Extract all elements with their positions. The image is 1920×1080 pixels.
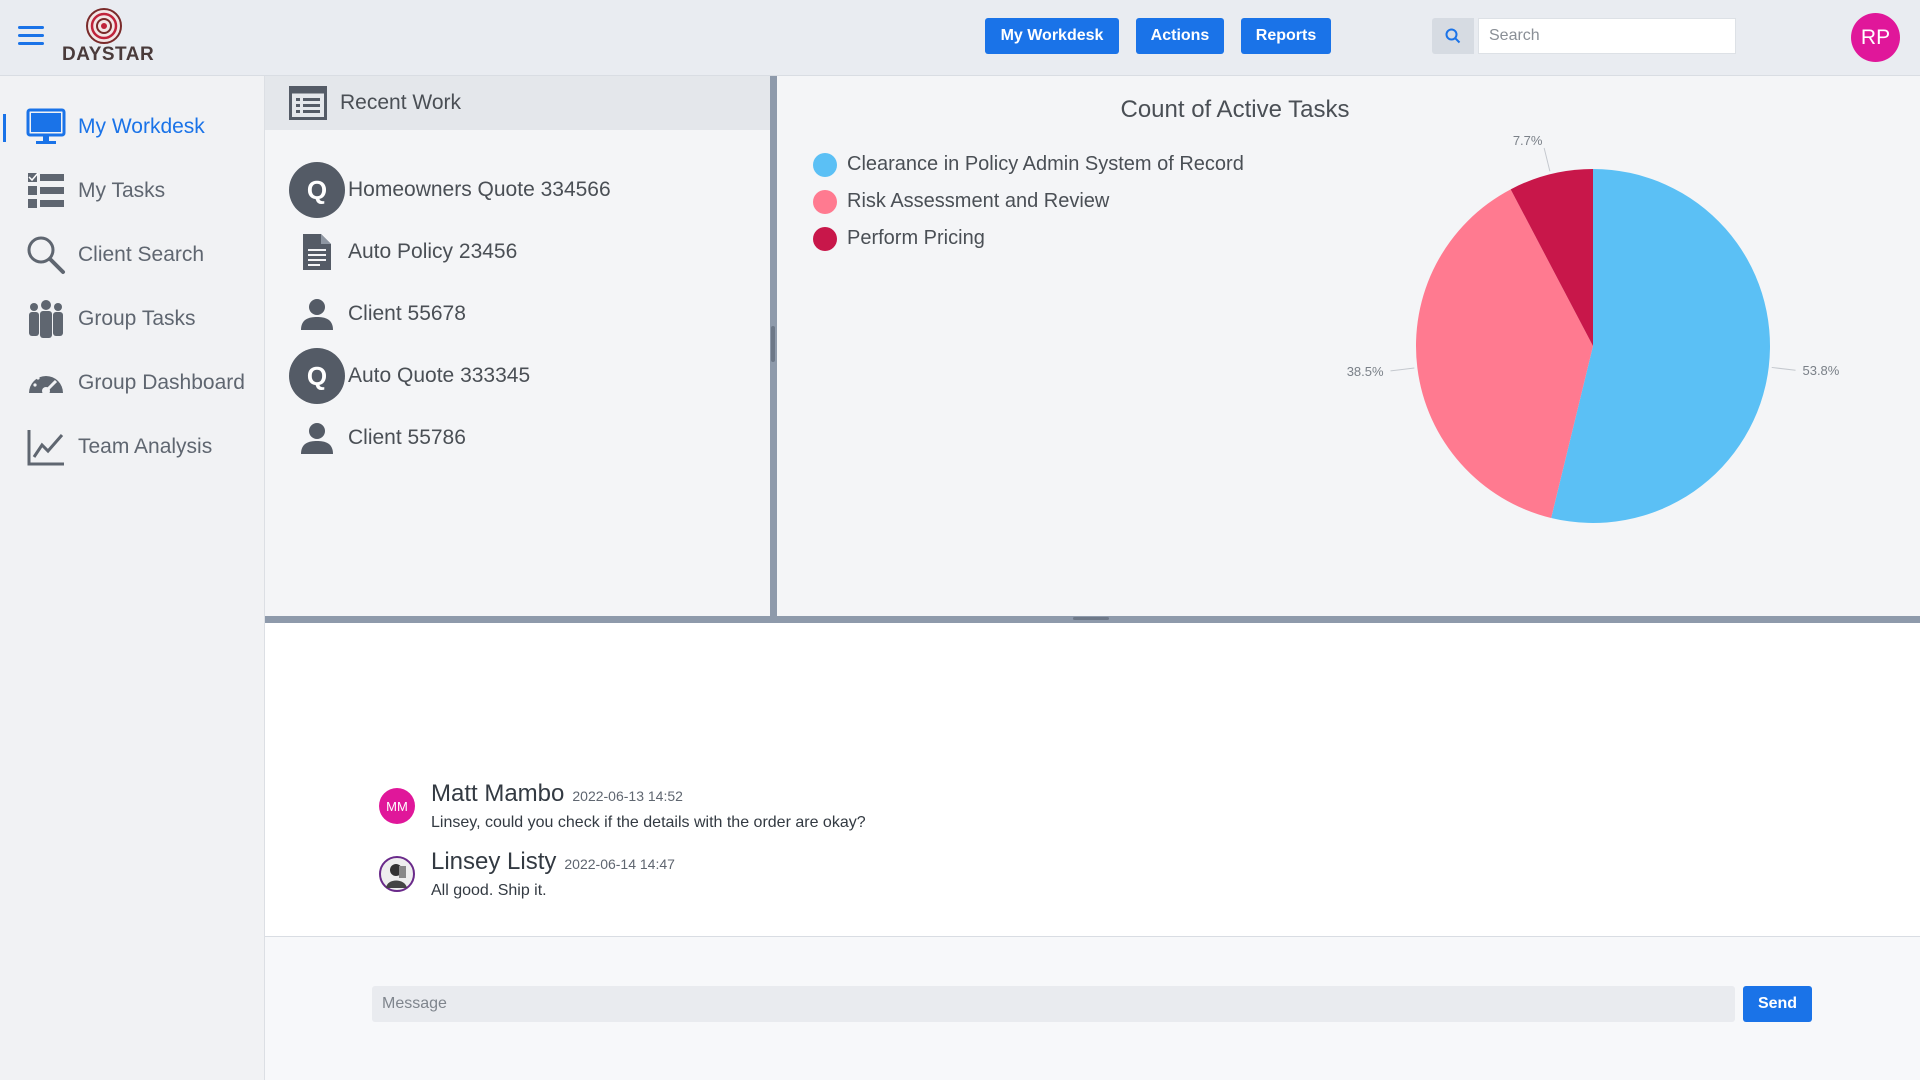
line-chart-icon (26, 427, 66, 467)
quote-badge-icon: Q (289, 348, 345, 404)
recent-work-label: Client 55786 (348, 426, 466, 449)
recent-work-label: Auto Policy 23456 (348, 240, 518, 263)
list-panel-icon (289, 86, 327, 125)
message-author: Matt Mambo 2022-06-13 14:52 (431, 780, 683, 808)
logo-text: DAYSTAR (62, 44, 155, 65)
recent-work-item[interactable]: Client 55786 (289, 410, 759, 466)
recent-work-title: Recent Work (340, 91, 461, 114)
pie-data-label: 38.5% (1347, 364, 1384, 379)
message-input[interactable] (372, 986, 1735, 1022)
vertical-splitter[interactable] (770, 76, 777, 616)
search-icon (1445, 28, 1461, 44)
group-icon (26, 299, 66, 339)
person-icon (289, 286, 345, 342)
gauge-icon (26, 363, 66, 403)
pie-data-label: 7.7% (1513, 133, 1543, 148)
sidebar-item-label: Group Tasks (78, 307, 196, 330)
splitter-grip[interactable] (1073, 617, 1109, 620)
splitter-grip[interactable] (771, 326, 775, 362)
sidebar-item-group-dashboard[interactable]: Group Dashboard (0, 358, 264, 408)
chat-messages: MM Matt Mambo 2022-06-13 14:52 Linsey, co… (265, 623, 1920, 937)
sidebar-item-my-tasks[interactable]: My Tasks (0, 166, 264, 216)
message-text: All good. Ship it. (431, 882, 547, 899)
chat-message: Linsey Listy 2022-06-14 14:47 All good. S… (379, 848, 1279, 908)
quote-badge-icon: Q (289, 162, 345, 218)
message-composer: Send (265, 937, 1920, 1080)
search-icon (26, 235, 66, 275)
message-text: Linsey, could you check if the details w… (431, 814, 866, 831)
chat-message: MM Matt Mambo 2022-06-13 14:52 Linsey, co… (379, 780, 1279, 840)
sidebar-item-team-analysis[interactable]: Team Analysis (0, 422, 264, 472)
message-time: 2022-06-13 14:52 (572, 788, 683, 804)
recent-work-header: Recent Work (265, 76, 770, 130)
recent-work-label: Homeowners Quote 334566 (348, 178, 611, 201)
horizontal-splitter[interactable] (265, 616, 1920, 623)
recent-work-item[interactable]: Client 55678 (289, 286, 759, 342)
sidebar-item-label: Group Dashboard (78, 371, 245, 394)
person-icon (289, 410, 345, 466)
recent-work-item[interactable]: Q Homeowners Quote 334566 (289, 162, 759, 218)
data-label-leader (1771, 366, 1796, 371)
sidebar-item-group-tasks[interactable]: Group Tasks (0, 294, 264, 344)
recent-work-item[interactable]: Auto Policy 23456 (289, 224, 759, 280)
document-icon (289, 224, 345, 280)
sidebar-nav: My Workdesk My Tasks Client Search Group… (0, 76, 265, 1080)
hamburger-menu-icon[interactable] (18, 26, 44, 48)
target-logo-icon (86, 8, 122, 44)
user-avatar[interactable]: RP (1851, 13, 1900, 62)
avatar: MM (379, 788, 415, 824)
daystar-logo[interactable]: DAYSTAR (62, 8, 155, 68)
task-list-icon (26, 171, 66, 211)
recent-work-item[interactable]: Q Auto Quote 333345 (289, 348, 759, 404)
pie-data-label: 53.8% (1802, 363, 1839, 378)
message-author: Linsey Listy 2022-06-14 14:47 (431, 848, 675, 876)
data-label-leader (1390, 367, 1415, 372)
sidebar-item-label: My Tasks (78, 179, 166, 202)
sidebar-item-label: My Workdesk (78, 115, 205, 138)
author-name: Matt Mambo (431, 780, 565, 807)
sidebar-item-client-search[interactable]: Client Search (0, 230, 264, 280)
recent-work-label: Auto Quote 333345 (348, 364, 531, 387)
recent-work-label: Client 55678 (348, 302, 466, 325)
pie-chart: 53.8% 38.5% 7.7% (1347, 133, 1840, 523)
message-time: 2022-06-14 14:47 (564, 856, 675, 872)
avatar (379, 856, 415, 892)
data-label-leader (1543, 147, 1551, 172)
sidebar-item-label: Team Analysis (78, 435, 213, 458)
recent-work-panel: Recent Work Q Homeowners Quote 334566 Au… (265, 76, 770, 616)
author-name: Linsey Listy (431, 848, 557, 875)
top-header: DAYSTAR My Workdesk Actions Reports RP (0, 0, 1920, 76)
sidebar-item-my-workdesk[interactable]: My Workdesk (0, 102, 264, 152)
avatar-photo-icon (379, 856, 415, 892)
sidebar-item-label: Client Search (78, 243, 205, 266)
my-workdesk-button[interactable]: My Workdesk (985, 18, 1119, 54)
send-button[interactable]: Send (1743, 986, 1812, 1022)
search-button[interactable] (1432, 18, 1474, 54)
search-input[interactable] (1478, 18, 1736, 54)
active-tasks-chart-panel: Count of Active Tasks Clearance in Polic… (777, 76, 1920, 616)
actions-button[interactable]: Actions (1136, 18, 1224, 54)
monitor-icon (26, 107, 66, 147)
reports-button[interactable]: Reports (1241, 18, 1331, 54)
